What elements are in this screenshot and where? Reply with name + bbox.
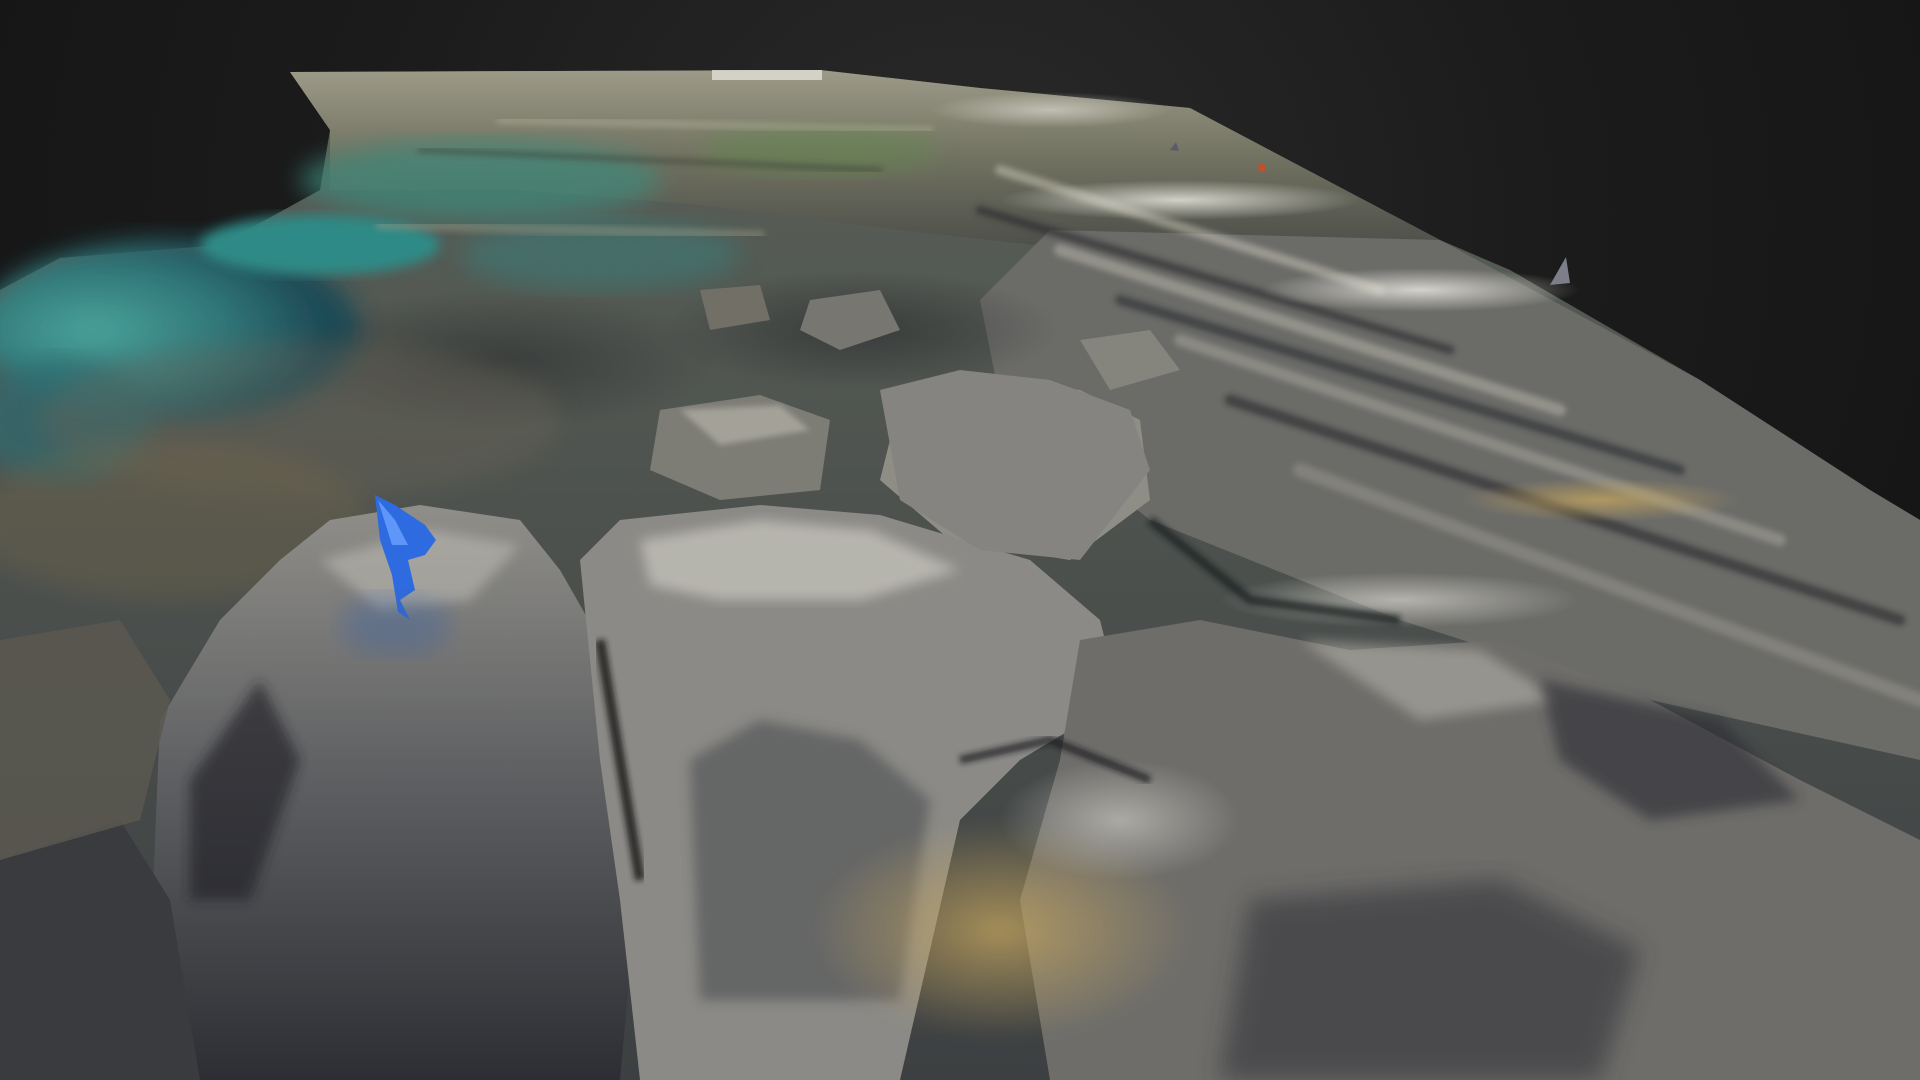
model-viewport[interactable] xyxy=(0,0,1920,1080)
terrain-model[interactable] xyxy=(0,0,1920,1080)
